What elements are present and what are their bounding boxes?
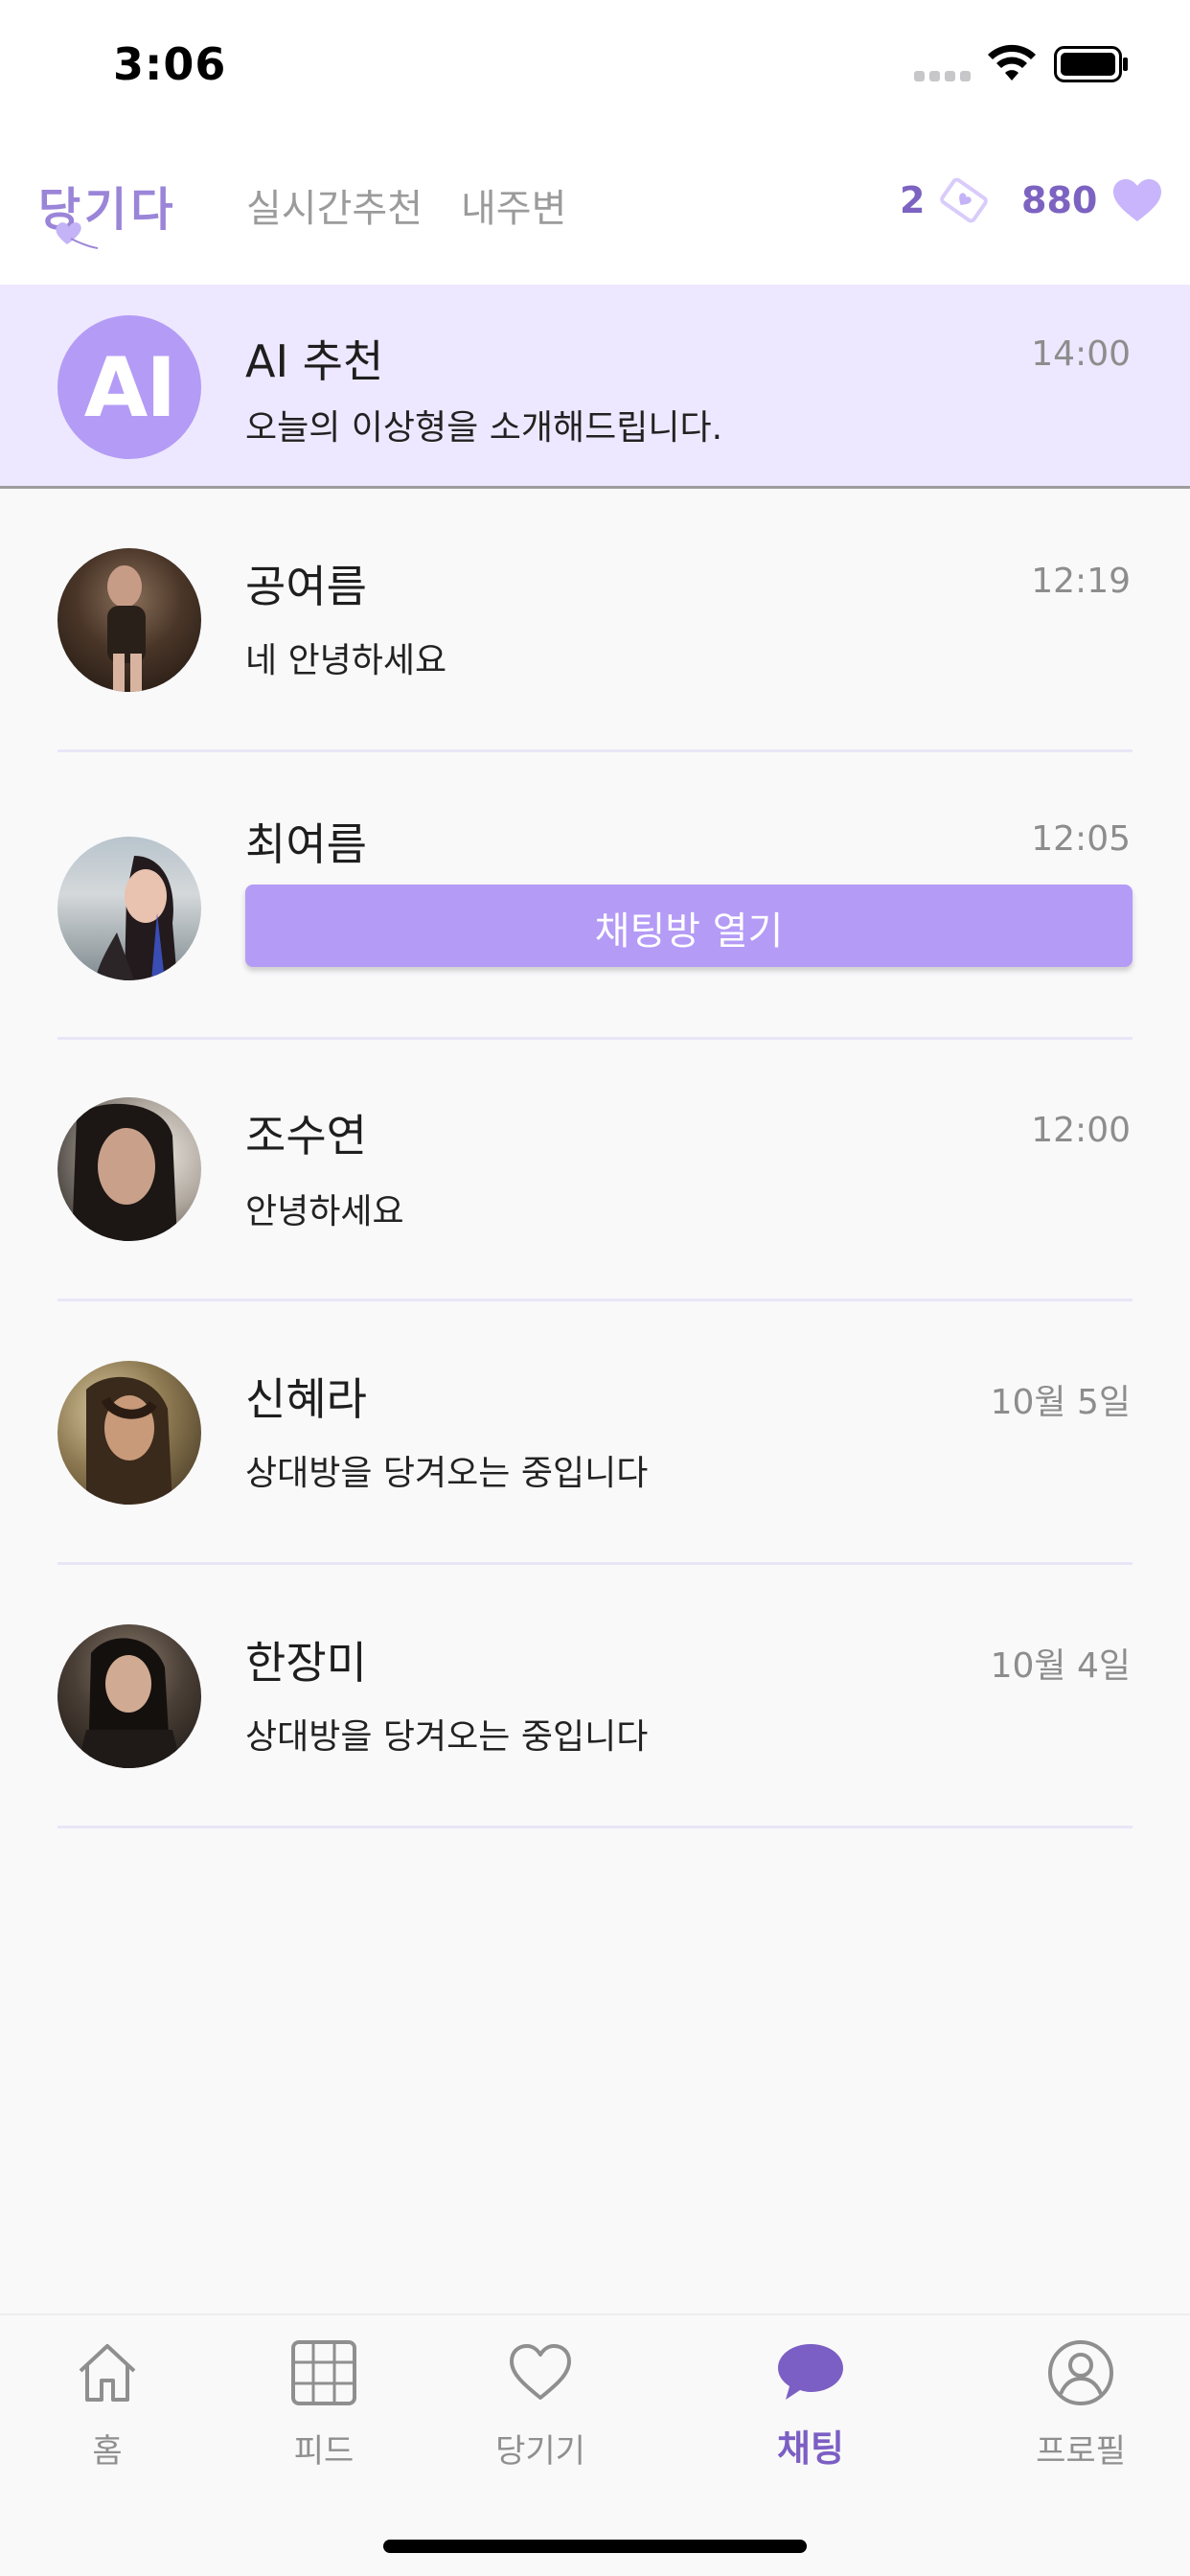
open-chatroom-button[interactable]: 채팅방 열기: [245, 885, 1133, 967]
avatar: [57, 1624, 201, 1768]
tab-pull[interactable]: 당기기: [464, 2338, 617, 2472]
chat-time: 10월 4일: [990, 1646, 1131, 1686]
ticket-icon[interactable]: [935, 175, 993, 225]
chat-last-message: 상대방을 당겨오는 중입니다: [245, 1454, 649, 1493]
tab-label: 홈: [92, 2432, 123, 2471]
tab-feed[interactable]: 피드: [247, 2338, 400, 2472]
ai-row-message: 오늘의 이상형을 소개해드립니다.: [245, 408, 723, 448]
ai-row-name: AI 추천: [245, 335, 384, 387]
ai-avatar-text: AI: [83, 340, 177, 436]
chat-row[interactable]: 조수연 안녕하세요 12:00: [0, 1040, 1190, 1301]
tab-realtime-recommend[interactable]: 실시간추천: [246, 177, 423, 233]
chat-bubble-icon: [778, 2344, 843, 2400]
chat-name: 공여름: [245, 561, 367, 612]
row-divider: [57, 1826, 1133, 1828]
status-bar: 3:06: [0, 0, 1190, 129]
app-header: 당기다 실시간추천 내주변 2 880: [0, 129, 1190, 285]
chat-name: 조수연: [245, 1110, 367, 1162]
ticket-count: 2: [900, 179, 926, 221]
chat-time: 12:19: [1031, 562, 1131, 601]
profile-icon: [1048, 2340, 1113, 2405]
grid-icon: [291, 2340, 356, 2405]
chat-row[interactable]: 공여름 네 안녕하세요 12:19: [0, 489, 1190, 752]
battery-icon: [1054, 46, 1128, 82]
heart-outline-icon: [510, 2344, 571, 2400]
ai-avatar: AI: [57, 315, 201, 459]
avatar: [57, 837, 201, 980]
home-indicator[interactable]: [383, 2540, 807, 2553]
tab-label: 프로필: [1036, 2432, 1126, 2471]
chat-row[interactable]: 신혜라 상대방을 당겨오는 중입니다 10월 5일: [0, 1301, 1190, 1565]
status-time: 3:06: [113, 38, 227, 90]
chat-last-message: 안녕하세요: [245, 1192, 404, 1231]
open-chatroom-label: 채팅방 열기: [594, 909, 784, 954]
chat-last-message: 상대방을 당겨오는 중입니다: [245, 1717, 649, 1757]
home-icon: [79, 2344, 136, 2402]
tab-chat[interactable]: 채팅: [734, 2338, 887, 2472]
tab-label: 채팅: [777, 2427, 844, 2470]
chat-name: 한장미: [245, 1637, 367, 1689]
tab-home[interactable]: 홈: [31, 2338, 184, 2472]
logo-heart-icon: [56, 222, 99, 249]
chat-row[interactable]: 한장미 상대방을 당겨오는 중입니다 10월 4일: [0, 1565, 1190, 1828]
chat-time: 12:05: [1031, 819, 1131, 859]
tab-label: 피드: [293, 2432, 355, 2471]
tab-label: 당기기: [495, 2432, 585, 2471]
heart-icon[interactable]: [1111, 177, 1163, 223]
chat-last-message: 네 안녕하세요: [245, 641, 447, 680]
avatar: [57, 548, 201, 692]
cellular-signal-icon: [914, 71, 972, 82]
tab-profile[interactable]: 프로필: [1004, 2338, 1157, 2472]
bottom-tab-bar: 홈 피드 당기기 채팅 프로필: [0, 2313, 1190, 2576]
tab-nearby[interactable]: 내주변: [461, 177, 566, 233]
app-logo[interactable]: 당기다: [38, 168, 220, 254]
chat-time: 10월 5일: [990, 1383, 1131, 1422]
chat-list-screen: 3:06 당기다 실시간추천 내주변 2 880 AI AI 추천 오늘의 이상…: [0, 0, 1190, 2576]
avatar: [57, 1097, 201, 1241]
chat-row[interactable]: 최여름 12:05 채팅방 열기: [0, 752, 1190, 1040]
chat-name: 신혜라: [245, 1373, 367, 1425]
avatar: [57, 1361, 201, 1505]
ai-row-time: 14:00: [1031, 334, 1131, 374]
ai-recommend-row[interactable]: AI AI 추천 오늘의 이상형을 소개해드립니다. 14:00: [0, 285, 1190, 489]
chat-name: 최여름: [245, 818, 367, 870]
chat-time: 12:00: [1031, 1111, 1131, 1150]
wifi-icon: [988, 44, 1036, 80]
heart-count: 880: [1021, 179, 1098, 221]
